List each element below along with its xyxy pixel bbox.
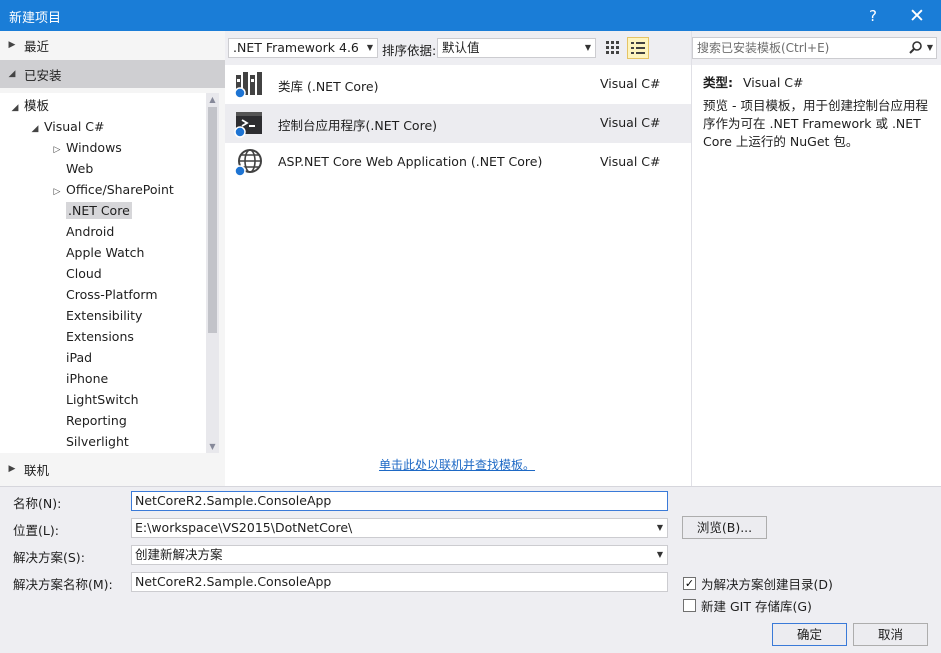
chevron-down-icon[interactable]: ◢	[26, 119, 44, 140]
template-toolbar: .NET Framework 4.6 ▼ 排序依据: 默认值 ▼	[225, 31, 691, 65]
window-title: 新建项目	[9, 11, 62, 26]
find-templates-online-link[interactable]: 单击此处以联机并查找模板。	[379, 456, 535, 473]
template-search-input[interactable]: 搜索已安装模板(Ctrl+E) ▼	[692, 37, 937, 59]
framework-select[interactable]: .NET Framework 4.6 ▼	[228, 38, 378, 58]
template-tree: ◢ 模板 ◢ Visual C# ▷ Windows Web ▷ Office/Shar…	[0, 93, 206, 453]
tree-item-windows[interactable]: ▷ Windows	[48, 137, 122, 158]
sort-select[interactable]: 默认值 ▼	[437, 38, 596, 58]
template-language: Visual C#	[600, 76, 661, 91]
online-label: 联机	[24, 462, 50, 478]
sort-label: 排序依据:	[382, 43, 437, 58]
tree-item-extensibility[interactable]: Extensibility	[48, 305, 142, 326]
browse-button[interactable]: 浏览(B)...	[682, 516, 767, 539]
search-icon[interactable]	[909, 41, 922, 54]
tree-item-ipad[interactable]: iPad	[48, 347, 92, 368]
close-button[interactable]: ✕	[895, 0, 939, 31]
tree-item-extensions[interactable]: Extensions	[48, 326, 134, 347]
solution-select[interactable]: 创建新解决方案 ▼	[131, 545, 668, 565]
chevron-down-icon[interactable]: ◢	[6, 98, 24, 119]
chevron-right-icon[interactable]: ▶	[0, 40, 24, 50]
help-button[interactable]: ?	[851, 0, 895, 31]
tree-item-android[interactable]: Android	[48, 221, 114, 242]
list-view-button[interactable]	[627, 37, 649, 59]
cancel-button[interactable]: 取消	[853, 623, 928, 646]
tree-item-net-core[interactable]: .NET Core	[48, 200, 132, 221]
chevron-down-icon[interactable]: ◢	[0, 69, 24, 79]
tree-item-visual-csharp[interactable]: ◢ Visual C#	[26, 116, 105, 137]
template-item-console-app[interactable]: 控制台应用程序(.NET Core) Visual C#	[225, 104, 691, 143]
checkmark-icon[interactable]: ✓	[683, 577, 696, 590]
dropdown-arrow-icon: ▼	[656, 523, 663, 532]
tree-item-lightswitch[interactable]: LightSwitch	[48, 389, 139, 410]
recent-label: 最近	[24, 38, 50, 54]
console-app-icon	[234, 112, 262, 138]
installed-label: 已安装	[24, 67, 62, 83]
dropdown-arrow-icon: ▼	[584, 43, 591, 52]
online-section[interactable]: ▶ 联机	[0, 455, 225, 483]
solution-name-label: 解决方案名称(M):	[13, 577, 113, 592]
dropdown-arrow-icon: ▼	[366, 43, 373, 52]
solution-label: 解决方案(S):	[13, 550, 85, 565]
template-item-web-app[interactable]: ASP.NET Core Web Application (.NET Core)…	[225, 143, 691, 182]
category-pane: ▶ 最近 ◢ 已安装 ◢ 模板 ◢ Visual C# ▷ Windows Web ▷…	[0, 31, 225, 486]
template-list: 类库 (.NET Core) Visual C# 控制台应用程序(.NET Co…	[225, 65, 691, 486]
template-description: 预览 - 项目模板，用于创建控制台应用程序作为可在 .NET Framework…	[703, 98, 928, 149]
search-area: 搜索已安装模板(Ctrl+E) ▼	[692, 31, 941, 65]
chevron-right-icon[interactable]: ▶	[0, 464, 24, 474]
template-language: Visual C#	[600, 115, 661, 130]
details-pane: 搜索已安装模板(Ctrl+E) ▼ 类型: Visual C# 预览 - 项目模板…	[691, 31, 941, 486]
recent-section[interactable]: ▶ 最近	[0, 31, 225, 59]
name-label: 名称(N):	[13, 496, 62, 511]
tree-item-cross-platform[interactable]: Cross-Platform	[48, 284, 158, 305]
grid-icon	[606, 41, 619, 54]
installed-section[interactable]: ◢ 已安装	[0, 60, 225, 88]
template-item-class-library[interactable]: 类库 (.NET Core) Visual C#	[225, 65, 691, 104]
small-icons-view-button[interactable]	[602, 37, 624, 59]
list-icon	[631, 42, 645, 54]
scroll-down-icon[interactable]: ▼	[206, 440, 219, 453]
tree-scrollbar[interactable]: ▲ ▼	[206, 93, 219, 453]
title-bar: 新建项目 ? ✕	[0, 0, 941, 31]
scroll-up-icon[interactable]: ▲	[206, 93, 219, 106]
tree-item-reporting[interactable]: Reporting	[48, 410, 127, 431]
class-library-icon	[234, 72, 262, 99]
template-language: Visual C#	[600, 154, 661, 169]
template-name: 控制台应用程序(.NET Core)	[278, 118, 438, 133]
template-name: 类库 (.NET Core)	[278, 79, 379, 94]
type-label: 类型:	[703, 75, 733, 90]
new-git-repo-checkbox[interactable]: 新建 GIT 存储库(G)	[683, 596, 812, 615]
scrollbar-thumb[interactable]	[208, 107, 217, 333]
ok-button[interactable]: 确定	[772, 623, 847, 646]
location-select[interactable]: E:\workspace\VS2015\DotNetCore\ ▼	[131, 518, 668, 538]
tree-item-apple-watch[interactable]: Apple Watch	[48, 242, 144, 263]
project-name-input[interactable]: NetCoreR2.Sample.ConsoleApp	[131, 491, 668, 511]
tree-item-iphone[interactable]: iPhone	[48, 368, 108, 389]
project-settings-form: 名称(N): NetCoreR2.Sample.ConsoleApp 位置(L)…	[0, 486, 941, 653]
type-value: Visual C#	[743, 75, 804, 90]
template-name: ASP.NET Core Web Application (.NET Core)	[278, 154, 543, 169]
tree-item-silverlight[interactable]: Silverlight	[48, 431, 129, 452]
tree-item-web[interactable]: Web	[48, 158, 93, 179]
tree-item-office-sharepoint[interactable]: ▷ Office/SharePoint	[48, 179, 174, 200]
location-label: 位置(L):	[13, 523, 59, 538]
web-app-icon	[234, 149, 262, 177]
dropdown-arrow-icon: ▼	[656, 550, 663, 559]
tree-item-cloud[interactable]: Cloud	[48, 263, 102, 284]
create-directory-checkbox[interactable]: ✓ 为解决方案创建目录(D)	[683, 574, 833, 593]
template-type: 类型: Visual C#	[703, 72, 804, 91]
solution-name-input[interactable]: NetCoreR2.Sample.ConsoleApp	[131, 572, 668, 592]
tree-item-templates[interactable]: ◢ 模板	[6, 95, 49, 116]
dropdown-arrow-icon[interactable]: ▼	[927, 38, 933, 58]
